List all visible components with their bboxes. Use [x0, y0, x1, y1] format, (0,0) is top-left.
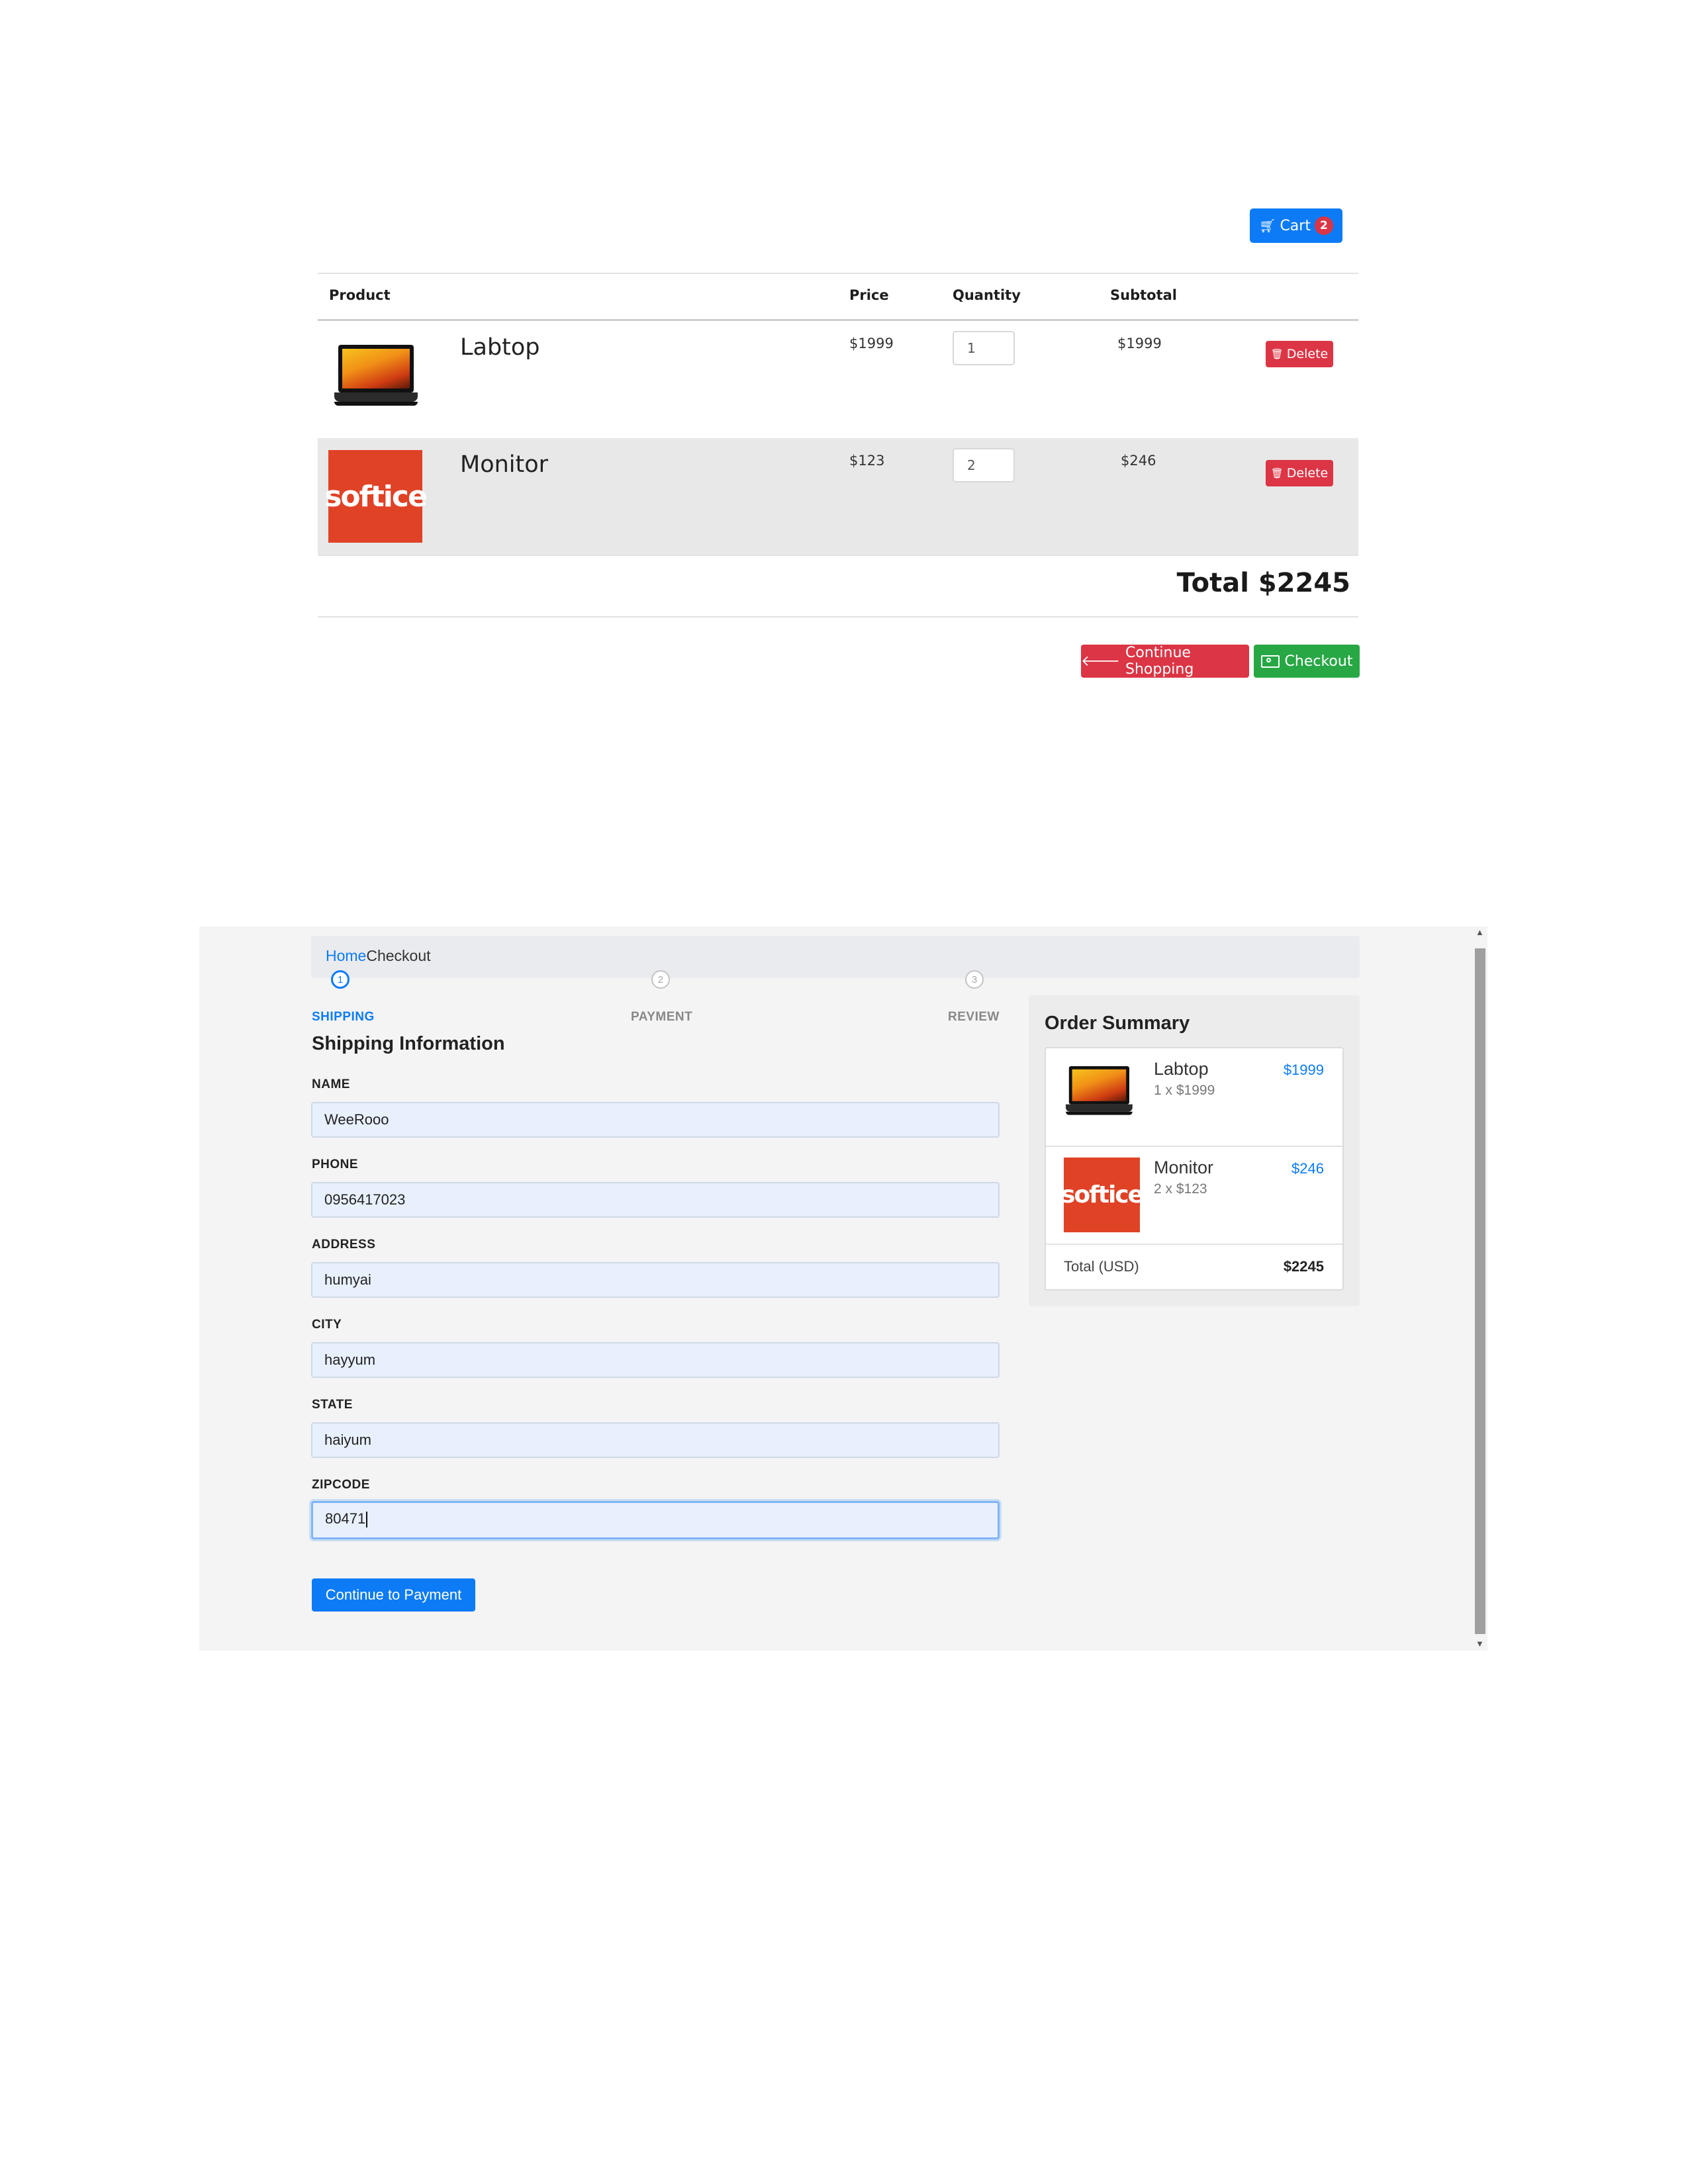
trash-icon: 🗑︎	[1270, 348, 1284, 360]
delete-button-label: Delete	[1286, 347, 1329, 361]
product-name: Monitor	[460, 451, 549, 478]
summary-item-name: Labtop	[1154, 1059, 1209, 1079]
header-quantity: Quantity	[953, 287, 1021, 303]
summary-item-detail: 1 x $1999	[1154, 1083, 1215, 1098]
step-3-indicator: 3	[965, 970, 984, 989]
quantity-input[interactable]: 1	[953, 331, 1015, 365]
step-2-indicator: 2	[651, 970, 670, 989]
name-field[interactable]: WeeRooo	[311, 1102, 1000, 1138]
summary-divider	[1046, 1244, 1342, 1245]
summary-total-label: Total (USD)	[1064, 1258, 1139, 1275]
breadcrumb	[311, 936, 1360, 978]
checkout-button[interactable]: Checkout	[1254, 645, 1360, 678]
city-field[interactable]: hayyum	[311, 1342, 1000, 1378]
summary-item-price: $1999	[1283, 1062, 1324, 1078]
money-icon	[1260, 655, 1280, 668]
continue-shopping-label: Continue Shopping	[1125, 645, 1194, 678]
product-price: $123	[849, 453, 885, 469]
row-divider	[318, 555, 1358, 556]
summary-item-detail: 2 x $123	[1154, 1181, 1207, 1197]
checkout-label: Checkout	[1284, 653, 1353, 670]
state-field[interactable]: haiyum	[311, 1422, 1000, 1458]
step-1-indicator: 1	[331, 970, 350, 989]
phone-label: PHONE	[312, 1158, 359, 1171]
summary-divider	[1046, 1146, 1342, 1147]
delete-button-label: Delete	[1286, 466, 1329, 480]
breadcrumb-home-link[interactable]: Home	[326, 947, 366, 964]
total-divider	[318, 616, 1358, 617]
zipcode-value: 80471	[325, 1510, 366, 1527]
scroll-down-icon[interactable]: ▼	[1476, 1639, 1484, 1649]
table-row: softice Monitor $123 2 $246 🗑︎ Delete	[318, 438, 1358, 555]
header-product: Product	[329, 287, 391, 303]
summary-total-value: $2245	[1283, 1258, 1324, 1275]
cart-button-label: Cart	[1280, 217, 1311, 234]
zipcode-field[interactable]: 80471	[311, 1501, 1000, 1539]
table-top-border	[318, 273, 1358, 274]
scroll-up-icon[interactable]: ▲	[1476, 927, 1484, 937]
name-label: NAME	[312, 1077, 350, 1091]
text-caret	[366, 1512, 368, 1528]
continue-shopping-button[interactable]: 🡐 Continue Shopping	[1081, 645, 1249, 678]
laptop-thumbnail	[1066, 1066, 1133, 1115]
arrow-left-icon: 🡐	[1081, 653, 1120, 670]
address-field[interactable]: humyai	[311, 1262, 1000, 1298]
cart-count-badge: 2	[1314, 216, 1333, 235]
product-subtotal: $1999	[1117, 336, 1162, 351]
step-3-label: REVIEW	[948, 1010, 1000, 1024]
city-label: CITY	[312, 1318, 342, 1332]
breadcrumb-current: Checkout	[366, 947, 431, 964]
table-row: Labtop $1999 1 $1999 🗑︎ Delete	[318, 321, 1358, 437]
shipping-title: Shipping Information	[312, 1033, 505, 1054]
trash-icon: 🗑︎	[1270, 467, 1284, 479]
quantity-input[interactable]: 2	[953, 448, 1015, 482]
zipcode-label: ZIPCODE	[312, 1478, 370, 1492]
product-subtotal: $246	[1121, 453, 1156, 469]
summary-item-name: Monitor	[1154, 1158, 1214, 1177]
header-price: Price	[849, 287, 889, 303]
address-label: ADDRESS	[312, 1238, 376, 1251]
step-1-label: SHIPPING	[312, 1010, 375, 1024]
product-name: Labtop	[460, 334, 540, 361]
shopping-cart-icon: 🛒︎	[1259, 218, 1276, 234]
laptop-image	[334, 345, 418, 406]
summary-item-price: $246	[1291, 1160, 1324, 1177]
cart-button[interactable]: 🛒︎ Cart 2	[1250, 208, 1342, 243]
delete-button[interactable]: 🗑︎ Delete	[1266, 460, 1333, 486]
header-subtotal: Subtotal	[1110, 287, 1177, 303]
softice-logo: softice	[324, 450, 428, 543]
scrollbar-thumb[interactable]	[1475, 948, 1485, 1634]
continue-to-payment-button[interactable]: Continue to Payment	[312, 1578, 475, 1612]
softice-logo-thumbnail: softice	[1061, 1158, 1144, 1232]
product-price: $1999	[849, 336, 894, 351]
step-2-label: PAYMENT	[631, 1010, 693, 1024]
order-summary-title: Order Summary	[1045, 1013, 1190, 1034]
state-label: STATE	[312, 1398, 353, 1412]
delete-button[interactable]: 🗑︎ Delete	[1266, 341, 1333, 367]
cart-total: Total $2245	[1176, 568, 1350, 598]
phone-field[interactable]: 0956417023	[311, 1182, 1000, 1218]
breadcrumb-trail: HomeCheckout	[326, 947, 431, 965]
